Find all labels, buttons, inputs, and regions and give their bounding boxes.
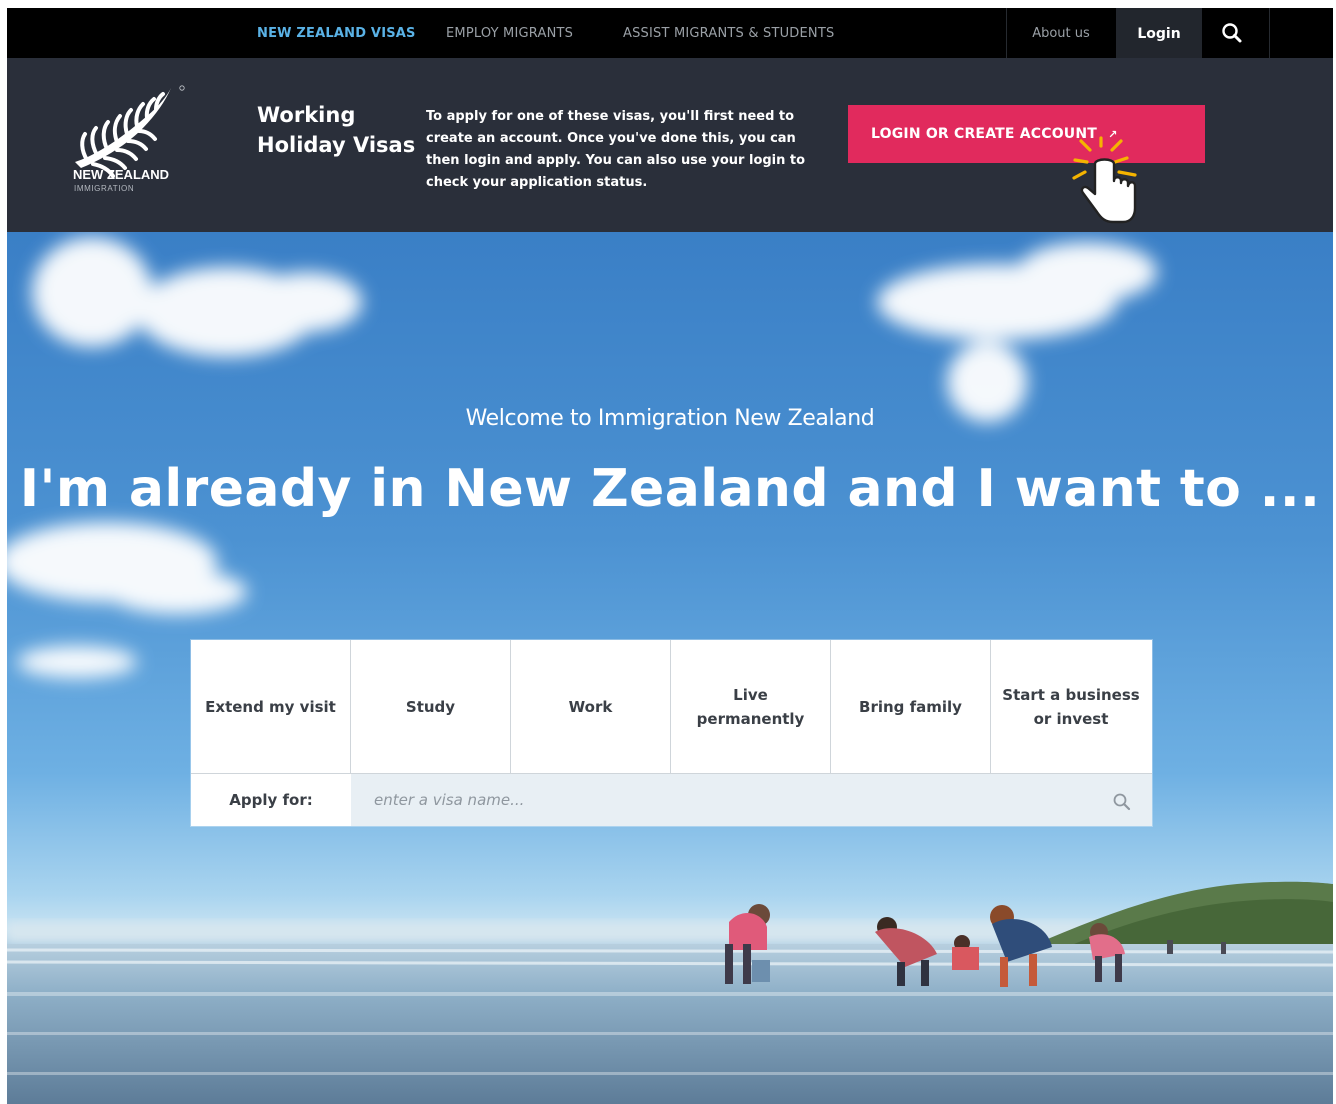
about-us-link[interactable]: About us	[1007, 8, 1115, 58]
option-live-permanently[interactable]: Live permanently	[671, 640, 831, 773]
browser-page: NEW ZEALAND VISAS EMPLOY MIGRANTS ASSIST…	[7, 8, 1333, 1104]
hero-section: Welcome to Immigration New Zealand I'm a…	[7, 232, 1333, 1104]
option-bring-family[interactable]: Bring family	[831, 640, 991, 773]
option-start-business-or-invest[interactable]: Start a business or invest	[991, 640, 1151, 773]
nav-search-button[interactable]	[1203, 8, 1269, 58]
visa-name-search-input[interactable]	[351, 774, 1152, 826]
page-title: Working Holiday Visas	[257, 103, 416, 157]
nav-assist-migrants-students[interactable]: ASSIST MIGRANTS & STUDENTS	[623, 8, 834, 58]
nav-employ-migrants[interactable]: EMPLOY MIGRANTS	[446, 8, 573, 58]
search-icon[interactable]	[1111, 791, 1133, 813]
option-extend-my-visit[interactable]: Extend my visit	[191, 640, 351, 773]
hero-headline-text: I'm already in New Zealand and I want to…	[19, 459, 1321, 519]
account-instructions: To apply for one of these visas, you'll …	[426, 109, 806, 190]
page-header: NEW ZEALAND IMMIGRATION Working Holiday …	[7, 58, 1333, 232]
pointer-hand-cursor-icon	[1072, 136, 1137, 224]
option-study[interactable]: Study	[351, 640, 511, 773]
top-navigation: NEW ZEALAND VISAS EMPLOY MIGRANTS ASSIST…	[7, 8, 1333, 58]
visa-options-panel: Extend my visit Study Work Live permanen…	[191, 640, 1152, 826]
nav-divider	[1269, 8, 1270, 58]
welcome-text: Welcome to Immigration New Zealand	[465, 406, 875, 431]
apply-for-row: Apply for:	[191, 773, 1152, 826]
option-work[interactable]: Work	[511, 640, 671, 773]
nav-new-zealand-visas[interactable]: NEW ZEALAND VISAS	[257, 8, 416, 58]
logo-subtitle: IMMIGRATION	[74, 184, 135, 193]
login-button[interactable]: Login	[1116, 8, 1202, 58]
login-create-account-button[interactable]: LOGIN OR CREATE ACCOUNT ↗	[848, 105, 1205, 163]
search-icon	[1222, 23, 1242, 43]
hero-headline: I'm already in New Zealand and I want to…	[7, 458, 1333, 520]
logo-wordmark: NEW ZEALAND	[73, 167, 170, 182]
apply-for-label: Apply for:	[191, 774, 351, 826]
